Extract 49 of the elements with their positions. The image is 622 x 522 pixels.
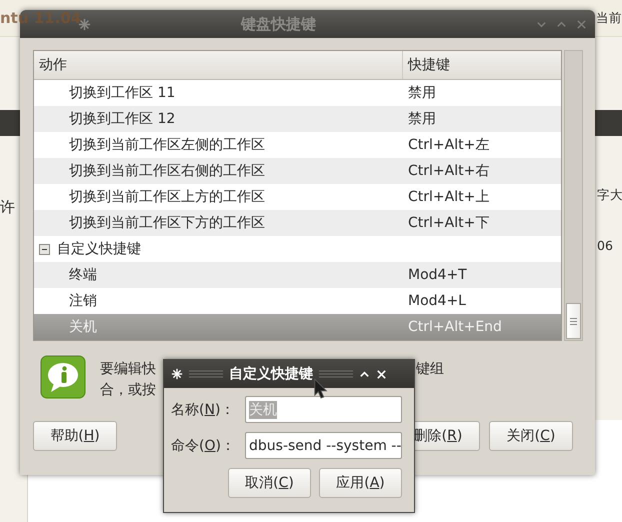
scrollbar[interactable]: [564, 50, 583, 341]
shortcut-row[interactable]: 终端 Mod4+T: [34, 262, 562, 288]
dialog-title: 自定义快捷键: [229, 365, 313, 383]
action-cell-text: 切换到当前工作区下方的工作区: [68, 214, 266, 232]
column-header[interactable]: 快捷键: [403, 51, 562, 79]
collapse-icon[interactable]: [39, 244, 50, 254]
action-cell-text: 切换到工作区 11: [68, 84, 176, 102]
grip-lines-icon: [319, 370, 353, 378]
shortcut-cell-text: Ctrl+Alt+下: [407, 214, 490, 232]
shortcut-cell-text: Ctrl+Alt+右: [407, 162, 490, 180]
grip-lines-icon: [189, 370, 223, 378]
action-cell-text: 终端: [68, 266, 98, 284]
field-label: 命令(O)：: [171, 436, 236, 454]
action-cell-text: 切换到当前工作区右侧的工作区: [68, 162, 266, 180]
shortcut-cell-text: Mod4+T: [407, 267, 467, 283]
shortcut-row[interactable]: 切换到工作区 12 禁用: [34, 106, 562, 132]
dialog-button[interactable]: 取消(C): [228, 468, 311, 498]
action-cell-text: 切换到当前工作区上方的工作区: [68, 188, 266, 206]
maximize-icon[interactable]: [359, 368, 370, 380]
action-cell-text: 关机: [68, 318, 98, 336]
info-text: 合，或按: [100, 380, 156, 398]
shortcut-cell-text: Mod4+L: [407, 293, 466, 309]
info-text: 要编辑快: [100, 360, 156, 378]
info-text: 键组: [416, 360, 444, 378]
shortcut-cell-text: Ctrl+Alt+左: [407, 136, 490, 154]
background-text: 06: [597, 238, 613, 253]
shortcut-cell-text: Ctrl+Alt+上: [407, 188, 490, 206]
shortcut-row[interactable]: 切换到当前工作区下方的工作区 Ctrl+Alt+下: [34, 210, 562, 236]
background-text: 许: [0, 198, 15, 217]
cursor-icon: [313, 378, 329, 400]
scroll-thumb[interactable]: [566, 303, 581, 339]
shortcut-row[interactable]: 切换到当前工作区右侧的工作区 Ctrl+Alt+右: [34, 158, 562, 184]
shortcut-cell-text: Ctrl+Alt+End: [407, 319, 502, 335]
action-cell-text: 注销: [68, 292, 98, 310]
window-title: 键盘快捷键: [241, 14, 316, 34]
help-button[interactable]: 帮助(H): [33, 421, 117, 451]
shortcut-cell-text: 禁用: [407, 84, 436, 102]
star-icon[interactable]: [171, 368, 183, 380]
action-cell-text: 切换到当前工作区左侧的工作区: [68, 136, 266, 154]
input-field[interactable]: dbus-send --system --: [245, 432, 402, 459]
panel-text: 当前: [596, 10, 622, 27]
dialog-button[interactable]: 应用(A): [319, 468, 402, 498]
column-header[interactable]: 动作: [34, 51, 403, 79]
info-icon: [40, 355, 86, 399]
field-label: 名称(N)：: [171, 400, 236, 418]
dialog-button[interactable]: 关闭(C): [489, 421, 573, 451]
shortcut-cell-text: 禁用: [407, 110, 436, 128]
action-cell-text: 切换到工作区 12: [68, 110, 176, 128]
group-label: 自定义快捷键: [57, 240, 141, 258]
